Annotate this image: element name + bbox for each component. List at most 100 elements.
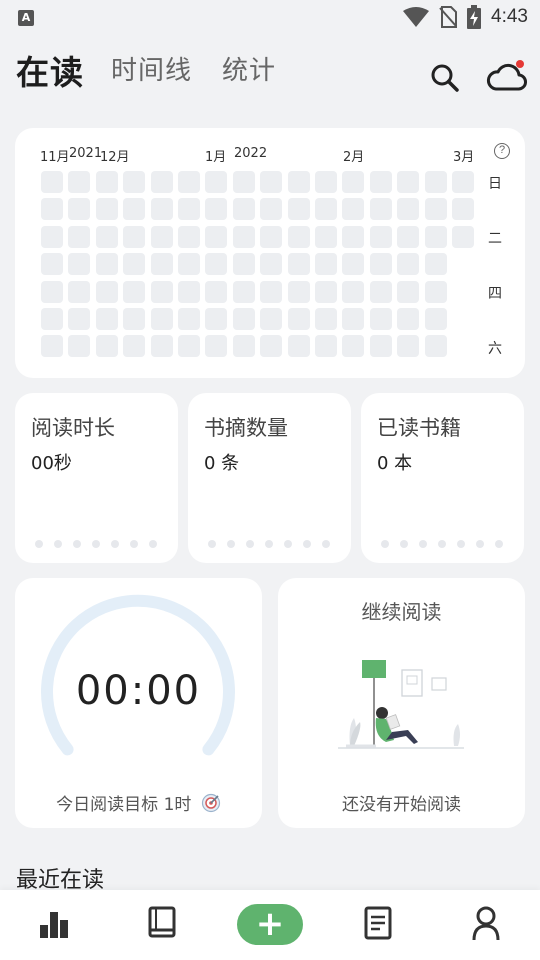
heatmap-cell[interactable]: [315, 308, 337, 330]
heatmap-cell[interactable]: [397, 253, 420, 276]
heatmap-cell[interactable]: [68, 335, 91, 358]
heatmap-cell[interactable]: [178, 253, 200, 276]
heatmap-cell[interactable]: [342, 335, 365, 358]
heatmap-cell[interactable]: [315, 198, 337, 221]
heatmap-cell[interactable]: [397, 335, 420, 358]
heatmap-cell[interactable]: [424, 171, 447, 193]
heatmap-cell[interactable]: [424, 253, 447, 276]
heatmap-cell[interactable]: [205, 280, 228, 303]
heatmap-cell[interactable]: [369, 225, 392, 248]
heatmap-cell[interactable]: [315, 280, 337, 303]
heatmap-cell[interactable]: [232, 253, 255, 276]
heatmap-cell[interactable]: [342, 198, 365, 221]
heatmap-cell[interactable]: [205, 253, 228, 276]
heatmap-cell[interactable]: [205, 198, 228, 221]
heatmap-cell[interactable]: [123, 225, 146, 248]
heatmap-cell[interactable]: [232, 171, 255, 193]
cloud-sync-icon[interactable]: [486, 59, 528, 93]
heatmap-cell[interactable]: [369, 308, 392, 330]
heatmap-cell[interactable]: [369, 280, 392, 303]
tab-reading[interactable]: 在读: [16, 46, 84, 94]
heatmap-cell[interactable]: [452, 171, 474, 193]
heatmap-cell[interactable]: [123, 253, 146, 276]
heatmap-cell[interactable]: [41, 335, 63, 358]
heatmap-cell[interactable]: [397, 171, 420, 193]
stats-icon[interactable]: [38, 908, 70, 940]
heatmap-cell[interactable]: [178, 171, 200, 193]
heatmap-cell[interactable]: [397, 280, 420, 303]
heatmap-cell[interactable]: [342, 253, 365, 276]
heatmap-cell[interactable]: [342, 280, 365, 303]
heatmap-cell[interactable]: [150, 225, 173, 248]
heatmap-cell[interactable]: [68, 280, 91, 303]
heatmap-cell[interactable]: [260, 225, 283, 248]
heatmap-cell[interactable]: [41, 198, 63, 221]
notes-icon[interactable]: [364, 906, 392, 940]
heatmap-cell[interactable]: [287, 225, 310, 248]
heatmap-cell[interactable]: [95, 253, 118, 276]
heatmap-cell[interactable]: [150, 253, 173, 276]
heatmap-cell[interactable]: [287, 253, 310, 276]
heatmap-cell[interactable]: [260, 253, 283, 276]
heatmap-cell[interactable]: [95, 198, 118, 221]
heatmap-cell[interactable]: [287, 198, 310, 221]
heatmap-cell[interactable]: [123, 308, 146, 330]
heatmap-cell[interactable]: [178, 225, 200, 248]
heatmap-cell[interactable]: [342, 225, 365, 248]
heatmap-cell[interactable]: [178, 308, 200, 330]
heatmap-cell[interactable]: [287, 308, 310, 330]
heatmap-cell[interactable]: [397, 225, 420, 248]
help-icon[interactable]: ?: [494, 143, 510, 159]
heatmap-cell[interactable]: [452, 198, 474, 221]
heatmap-cell[interactable]: [123, 335, 146, 358]
heatmap-cell[interactable]: [95, 308, 118, 330]
heatmap-cell[interactable]: [95, 335, 118, 358]
search-icon[interactable]: [430, 63, 460, 93]
heatmap-cell[interactable]: [315, 171, 337, 193]
heatmap-cell[interactable]: [150, 171, 173, 193]
heatmap-cell[interactable]: [287, 280, 310, 303]
heatmap-cell[interactable]: [369, 171, 392, 193]
heatmap-cell[interactable]: [68, 198, 91, 221]
heatmap-cell[interactable]: [315, 225, 337, 248]
heatmap-cell[interactable]: [232, 198, 255, 221]
heatmap-cell[interactable]: [397, 198, 420, 221]
heatmap-cell[interactable]: [205, 171, 228, 193]
heatmap-cell[interactable]: [41, 280, 63, 303]
heatmap-cell[interactable]: [424, 308, 447, 330]
heatmap-cell[interactable]: [452, 225, 474, 248]
heatmap-cell[interactable]: [260, 280, 283, 303]
heatmap-cell[interactable]: [232, 308, 255, 330]
heatmap-cell[interactable]: [178, 335, 200, 358]
add-book-button[interactable]: +: [237, 904, 303, 945]
heatmap-cell[interactable]: [68, 308, 91, 330]
heatmap-cell[interactable]: [123, 280, 146, 303]
heatmap-cell[interactable]: [178, 280, 200, 303]
heatmap-cell[interactable]: [95, 225, 118, 248]
daily-goal[interactable]: 今日阅读目标 1时: [15, 790, 262, 815]
heatmap-cell[interactable]: [424, 198, 447, 221]
heatmap-cell[interactable]: [95, 171, 118, 193]
heatmap-cell[interactable]: [178, 198, 200, 221]
heatmap-cell[interactable]: [95, 280, 118, 303]
heatmap-cell[interactable]: [287, 335, 310, 358]
heatmap-cell[interactable]: [205, 225, 228, 248]
heatmap-cell[interactable]: [68, 171, 91, 193]
heatmap-cell[interactable]: [205, 308, 228, 330]
heatmap-cell[interactable]: [41, 171, 63, 193]
heatmap-cell[interactable]: [342, 308, 365, 330]
heatmap-cell[interactable]: [232, 225, 255, 248]
heatmap-cell[interactable]: [397, 308, 420, 330]
profile-icon[interactable]: [472, 906, 500, 942]
heatmap-cell[interactable]: [287, 171, 310, 193]
heatmap-cell[interactable]: [41, 308, 63, 330]
heatmap-cell[interactable]: [205, 335, 228, 358]
heatmap-cell[interactable]: [369, 198, 392, 221]
heatmap-cell[interactable]: [150, 335, 173, 358]
heatmap-cell[interactable]: [150, 308, 173, 330]
heatmap-cell[interactable]: [260, 198, 283, 221]
heatmap-cell[interactable]: [369, 335, 392, 358]
heatmap-cell[interactable]: [342, 171, 365, 193]
tab-statistics[interactable]: 统计: [222, 50, 276, 87]
heatmap-cell[interactable]: [150, 280, 173, 303]
